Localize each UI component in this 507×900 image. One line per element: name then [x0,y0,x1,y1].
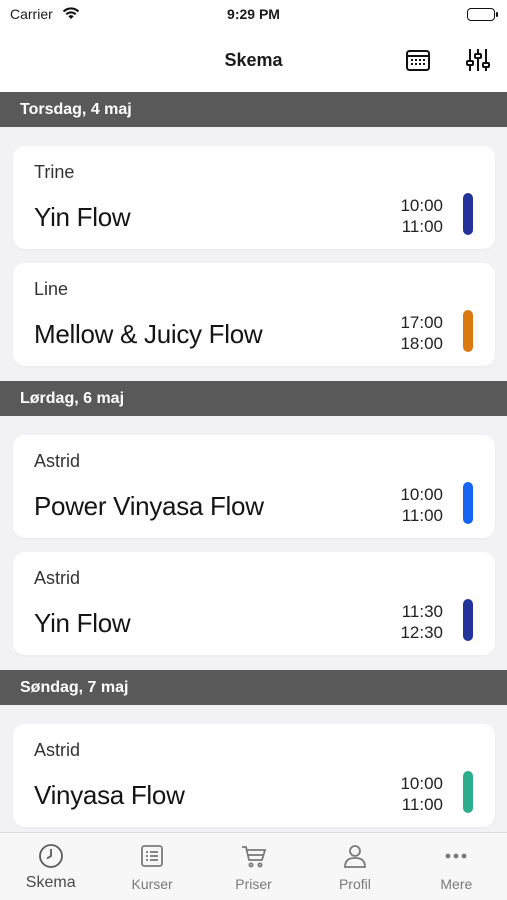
tab-skema[interactable]: Skema [0,833,101,900]
cart-icon [241,846,266,868]
class-card[interactable]: Trine Yin Flow 10:00 11:00 [13,146,495,249]
calendar-icon[interactable] [404,46,432,74]
end-time: 11:00 [401,217,443,236]
tab-bar: Skema Kurser Priser Profil Mere [0,832,507,900]
tab-profil[interactable]: Profil [304,833,405,900]
start-time: 10:00 [400,196,443,215]
clock-time: 9:29 PM [227,6,280,22]
class-color-indicator [463,310,473,352]
class-color-indicator [463,193,473,235]
navigation-bar: Skema [0,30,507,92]
person-icon [344,845,366,868]
class-color-indicator [463,771,473,813]
status-bar: Carrier 9:29 PM [0,0,507,30]
tab-label: Skema [25,874,76,891]
class-card[interactable]: Astrid Yin Flow 11:30 12:30 [13,552,495,655]
class-times: 10:00 11:00 [400,195,443,237]
tab-priser[interactable]: Priser [203,833,304,900]
day-header: Torsdag, 4 maj [0,92,507,127]
battery-icon [467,8,498,21]
tab-label: Kurser [131,876,173,892]
tab-label: Priser [235,876,272,892]
class-color-indicator [463,599,473,641]
class-name: Mellow & Juicy Flow [34,319,263,349]
class-name: Power Vinyasa Flow [34,491,264,521]
class-color-indicator [463,482,473,524]
class-card[interactable]: Astrid Vinyasa Flow 10:00 11:00 [13,724,495,827]
class-times: 17:00 18:00 [400,312,443,354]
list-icon [141,845,164,867]
tab-label: Mere [440,876,473,892]
start-time: 17:00 [400,313,443,332]
class-card[interactable]: Line Mellow & Juicy Flow 17:00 18:00 [13,263,495,366]
end-time: 11:00 [401,506,443,525]
start-time: 11:30 [401,602,443,621]
class-name: Yin Flow [34,202,131,232]
day-header: Søndag, 7 maj [0,670,507,705]
class-name: Yin Flow [34,608,131,638]
end-time: 12:30 [400,623,443,642]
class-times: 10:00 11:00 [400,773,443,815]
clock-icon [38,844,63,868]
tab-mere[interactable]: Mere [406,833,507,900]
more-icon [445,853,467,859]
start-time: 10:00 [400,485,443,504]
day-header: Lørdag, 6 maj [0,381,507,416]
class-times: 11:30 12:30 [400,601,443,643]
class-card[interactable]: Astrid Power Vinyasa Flow 10:00 11:00 [13,435,495,538]
instructor-name: Trine [34,162,75,182]
schedule-list[interactable]: Torsdag, 4 maj Trine Yin Flow 10:00 11:0… [0,92,507,832]
class-times: 10:00 11:00 [400,484,443,526]
tab-label: Profil [338,876,371,892]
sliders-icon[interactable] [464,46,492,74]
class-name: Vinyasa Flow [34,780,185,810]
end-time: 18:00 [400,334,443,353]
end-time: 11:00 [401,795,443,814]
instructor-name: Astrid [34,740,81,760]
start-time: 10:00 [400,774,443,793]
instructor-name: Line [34,279,69,299]
instructor-name: Astrid [34,568,81,588]
tab-kurser[interactable]: Kurser [101,833,202,900]
instructor-name: Astrid [34,451,81,471]
